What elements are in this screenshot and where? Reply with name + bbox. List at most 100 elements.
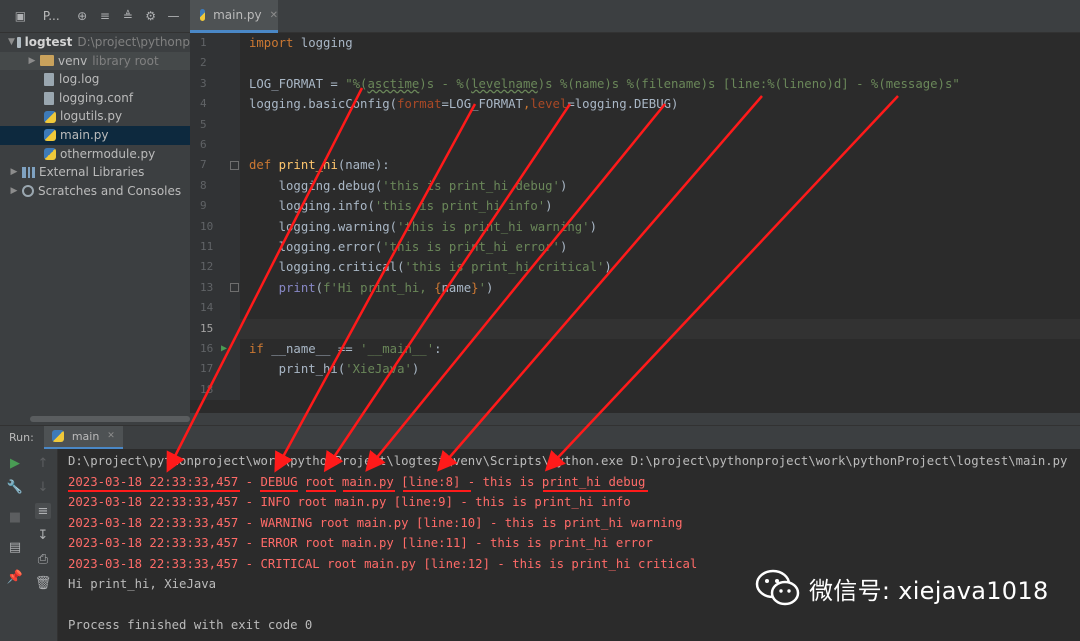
project-panel: ▣ P... ⊕ ≡ ≜ ⚙ — ▼ logtest D:\project\py…: [0, 0, 190, 413]
param-name: format: [397, 97, 442, 112]
code-text: logging.info(: [249, 199, 375, 214]
rerun-icon[interactable]: ▶: [7, 455, 23, 471]
expand-all-icon[interactable]: ≜: [121, 9, 134, 23]
arrow-up-icon[interactable]: ↑: [35, 455, 51, 471]
fold-marker-icon[interactable]: [230, 161, 239, 170]
string: )s %(name)s %(filename)s [line:%(lineno)…: [537, 76, 960, 91]
console-line: 2023-03-18 22:33:33,457 - INFO root main…: [68, 495, 631, 509]
wechat-logo-icon: [755, 568, 801, 608]
console-line: 2023-03-18 22:33:33,457 - CRITICAL root …: [68, 556, 698, 571]
code-line-13: print(f'Hi print_hi, {name}'): [249, 278, 494, 298]
code-text: {: [434, 280, 442, 295]
layout-icon[interactable]: ▤: [7, 539, 23, 555]
arrow-down-icon[interactable]: ↓: [35, 479, 51, 495]
tree-item-venv[interactable]: ▶ venv library root: [0, 51, 190, 71]
line-number: 6: [200, 138, 207, 151]
keyword: def: [249, 158, 272, 173]
print-icon[interactable]: ⎙: [35, 551, 51, 567]
line-number: 10: [200, 219, 214, 233]
chevron-right-icon[interactable]: ▶: [26, 52, 38, 71]
library-icon: [22, 166, 35, 178]
line-number-run[interactable]: 16: [190, 339, 240, 360]
code-text: logging.error(: [249, 240, 383, 254]
tree-item-log-log[interactable]: log.log: [0, 70, 190, 89]
wrench-icon[interactable]: 🔧: [7, 479, 23, 495]
tree-item-logtest[interactable]: ▼ logtest D:\project\pythonp: [0, 33, 190, 52]
project-view-icon[interactable]: ▣: [14, 9, 27, 23]
tree-item-scratches[interactable]: ▶ Scratches and Consoles: [0, 182, 190, 201]
project-tree: ▼ logtest D:\project\pythonp ▶ venv libr…: [0, 33, 190, 200]
stop-icon[interactable]: ■: [7, 509, 23, 525]
code-line-3: LOG_FORMAT = "%(asctime)s - %(levelname)…: [249, 74, 960, 94]
code-text: logging.warning(: [249, 219, 398, 234]
locate-icon[interactable]: ⊕: [76, 9, 89, 23]
scroll-to-end-icon[interactable]: ↧: [35, 527, 51, 543]
code-line-12: logging.critical('this is print_hi criti…: [249, 257, 612, 277]
run-console[interactable]: D:\project\pythonproject\work\pythonProj…: [58, 449, 1080, 641]
tree-item-logutils-py[interactable]: logutils.py: [0, 107, 190, 126]
string: asctime: [367, 76, 420, 91]
scratches-icon: [22, 185, 34, 198]
gear-icon[interactable]: ⚙: [144, 9, 157, 23]
code-line-7: def print_hi(name):: [249, 155, 390, 175]
run-tab-main[interactable]: main ✕: [43, 425, 123, 450]
pin-icon[interactable]: 📌: [7, 569, 23, 585]
tree-item-suffix: library root: [92, 53, 159, 68]
tree-item-external-libraries[interactable]: ▶ External Libraries: [0, 163, 190, 182]
code-text: (name):: [337, 158, 390, 173]
annotation-underline: [260, 490, 298, 492]
string: ': [478, 280, 486, 295]
tree-item-label: External Libraries: [39, 165, 145, 180]
soft-wrap-icon[interactable]: ≡: [35, 503, 51, 519]
fold-marker-icon[interactable]: [230, 283, 239, 292]
annotation-underline: [543, 490, 648, 492]
python-file-icon: [51, 430, 64, 442]
line-number: 12: [200, 260, 214, 274]
close-icon[interactable]: ✕: [107, 431, 115, 441]
project-panel-title[interactable]: P...: [43, 9, 60, 23]
console-line: Hi print_hi, XieJava: [68, 577, 217, 591]
chevron-down-icon[interactable]: ▼: [8, 33, 15, 52]
tree-item-label: venv: [58, 53, 88, 68]
horizontal-scrollbar[interactable]: [30, 416, 190, 422]
code-text: name: [441, 280, 472, 295]
string: 'XieJava': [345, 362, 412, 377]
tab-main-py[interactable]: main.py ✕: [190, 0, 278, 33]
line-number: 9: [200, 199, 207, 213]
code-text: LOG_FORMAT =: [249, 76, 346, 91]
code-text: print_hi(: [249, 362, 346, 377]
line-number: 18: [200, 382, 214, 396]
annotation-underline: [343, 490, 395, 492]
builtin-name: print: [278, 280, 316, 295]
code-text: logging.critical(: [249, 260, 405, 275]
run-toolbar-primary: ▶ 🔧 ■ ▤ 📌: [0, 449, 29, 641]
line-number: 17: [200, 362, 214, 376]
code-text: __name__ ==: [263, 342, 361, 356]
close-icon[interactable]: ✕: [270, 10, 278, 21]
minimize-icon[interactable]: —: [167, 9, 180, 23]
python-file-icon: [200, 9, 206, 21]
code-editor[interactable]: import logging LOG_FORMAT = "%(asctime)s…: [240, 33, 1080, 400]
code-text: :: [434, 342, 442, 356]
string: f'Hi print_hi,: [323, 280, 435, 295]
chevron-right-icon[interactable]: ▶: [8, 163, 20, 182]
code-text: ): [604, 260, 612, 275]
collapse-all-icon[interactable]: ≡: [99, 9, 112, 23]
chevron-right-icon[interactable]: ▶: [8, 182, 20, 201]
tree-item-othermodule-py[interactable]: othermodule.py: [0, 145, 190, 164]
panel-splitter[interactable]: [0, 413, 1080, 425]
string: 'this is print_hi error': [382, 240, 560, 254]
console-line: Process finished with exit code 0: [68, 618, 313, 632]
console-line: D:\project\pythonproject\work\pythonProj…: [68, 454, 1068, 468]
tree-item-main-py[interactable]: main.py: [0, 125, 190, 145]
code-line-4: logging.basicConfig(format=LOG_FORMAT,le…: [249, 94, 678, 114]
code-line-11: logging.error('this is print_hi error'): [249, 237, 568, 257]
trash-icon[interactable]: 🗑: [35, 575, 52, 591]
string: '__main__': [360, 342, 435, 356]
run-tab-label: main: [71, 429, 100, 443]
tree-item-logging-conf[interactable]: logging.conf: [0, 89, 190, 108]
code-text: ): [545, 199, 553, 214]
tree-item-label: logging.conf: [59, 90, 134, 105]
code-text: =LOG_FORMAT: [441, 97, 523, 112]
